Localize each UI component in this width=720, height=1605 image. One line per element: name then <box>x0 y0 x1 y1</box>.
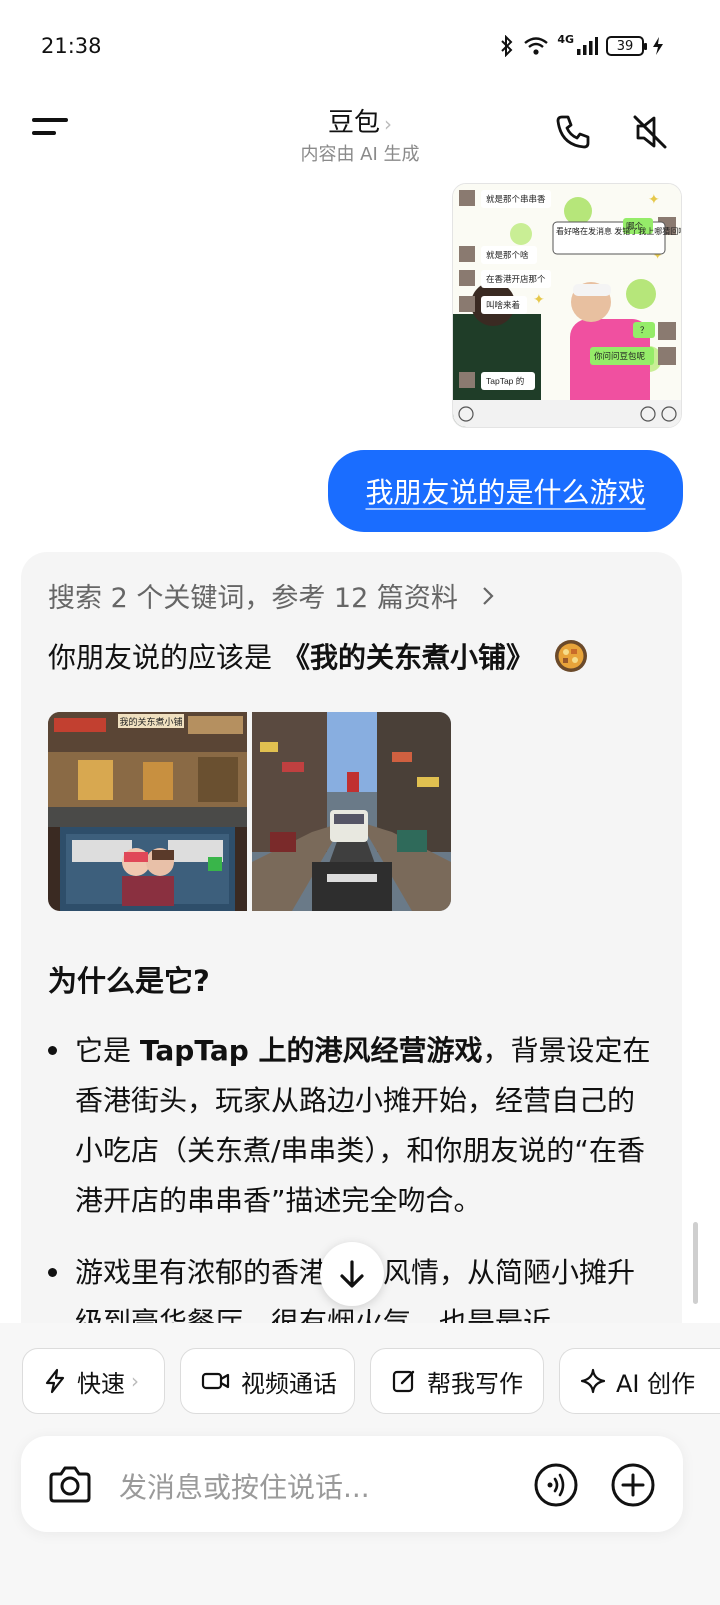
screenshot-line: 看好咯在发消息 发错了我上哪猜回啊 <box>556 226 682 236</box>
screenshot-line: TapTap 的 <box>486 376 524 386</box>
section-heading: 为什么是它? <box>48 964 210 998</box>
quick-mode-chip[interactable]: 快速 › <box>22 1348 165 1414</box>
chip-label: 视频通话 <box>241 1369 337 1398</box>
ai-create-chip[interactable]: AI 创作 <box>559 1348 720 1414</box>
chip-label: AI 创作 <box>616 1369 696 1398</box>
bullet1-bold: TapTap 上的港风经营游戏 <box>139 1034 483 1067</box>
speaker-mute-icon <box>633 115 667 149</box>
chip-label: 快速 <box>77 1369 125 1398</box>
camera-icon[interactable] <box>48 1463 92 1505</box>
game-screenshot-2[interactable] <box>252 712 451 911</box>
plus-icon[interactable] <box>610 1462 656 1508</box>
sparkle-icon <box>580 1368 606 1394</box>
chevron-right-icon: › <box>384 112 392 136</box>
wifi-icon <box>524 37 549 55</box>
network-label: 4G <box>557 32 574 46</box>
screenshot-line: ？ <box>640 325 649 335</box>
ai-reply-card: 搜索 2 个关键词，参考 12 篇资料 你朋友说的应该是 《我的关东煮小铺》 我… <box>21 552 682 1452</box>
reason-bullet-1: 它是 TapTap 上的港风经营游戏，背景设定在香港街头，玩家从路边小摊开始，经… <box>48 1026 658 1226</box>
message-input-bar[interactable]: 发消息或按住说话... <box>21 1436 683 1532</box>
edit-icon <box>392 1370 415 1393</box>
lightning-icon <box>45 1368 65 1394</box>
battery-level: 39 <box>616 38 634 54</box>
charging-icon <box>653 37 663 55</box>
ai-disclaimer: 内容由 AI 生成 <box>300 144 420 165</box>
chevron-right-icon: › <box>131 1369 139 1393</box>
status-icons: 4G 39 <box>499 33 664 59</box>
street-scene-image <box>252 712 451 911</box>
writing-assistant-chip[interactable]: 帮我写作 <box>370 1348 544 1414</box>
bot-name[interactable]: 豆包 › <box>0 102 720 139</box>
status-time: 21:38 <box>41 34 102 58</box>
screenshot-line: 哪个 <box>626 221 644 231</box>
voice-input-icon[interactable] <box>533 1462 579 1508</box>
scroll-to-bottom-button[interactable] <box>320 1242 384 1306</box>
screenshot-line: 就是那个啥 <box>486 250 529 260</box>
search-references-link[interactable]: 搜索 2 个关键词，参考 12 篇资料 <box>48 576 496 615</box>
screenshot-line: 在香港开店那个 <box>486 274 546 284</box>
oden-pot-icon <box>555 640 588 672</box>
bullet1-pre: 它是 <box>75 1034 140 1067</box>
phone-icon <box>556 115 590 149</box>
bullet-text: 它是 TapTap 上的港风经营游戏，背景设定在香港街头，玩家从路边小摊开始，经… <box>75 1026 658 1226</box>
chip-label: 帮我写作 <box>427 1369 523 1398</box>
video-camera-icon <box>201 1372 230 1390</box>
game-screenshot-1[interactable]: 我的关东煮小铺 <box>48 712 247 911</box>
video-call-chip[interactable]: 视频通话 <box>180 1348 355 1414</box>
screenshot-line: 叫啥来着 <box>486 300 520 310</box>
screenshot-line: 就是那个串串香 <box>486 194 546 204</box>
screenshot-line: 你问问豆包呢 <box>594 351 646 361</box>
signal-icon <box>577 37 598 55</box>
svg-text:✦: ✦ <box>648 192 660 208</box>
status-bar: 21:38 4G 39 <box>0 0 720 92</box>
shop-sign-text: 我的关东煮小铺 <box>119 716 182 727</box>
user-message-text: 我朋友说的是什么游戏 <box>365 476 646 509</box>
chat-screenshot-thumbnail: ✦ ✦ ✦ 就是那个串串香 看好咯在发消息 发错了我上哪猜回啊 哪个 就是那个啥… <box>453 184 682 427</box>
phone-call-button[interactable] <box>553 112 593 152</box>
game-scene-image: 我的关东煮小铺 <box>48 712 247 911</box>
chat-header: 豆包 › 内容由 AI 生成 <box>0 92 720 184</box>
answer-prefix: 你朋友说的应该是 <box>48 641 273 674</box>
bluetooth-icon <box>501 35 513 57</box>
mute-button[interactable] <box>630 112 670 152</box>
answer-line: 你朋友说的应该是 《我的关东煮小铺》 <box>48 636 588 676</box>
bullet-dot <box>48 1268 57 1277</box>
bullet-dot <box>48 1046 57 1055</box>
user-message-bubble[interactable]: 我朋友说的是什么游戏 <box>328 450 683 532</box>
svg-text:✦: ✦ <box>533 292 545 308</box>
scrollbar[interactable] <box>693 1222 698 1304</box>
search-summary: 搜索 2 个关键词，参考 12 篇资料 <box>48 583 458 614</box>
chevron-right-icon <box>483 587 495 605</box>
message-input[interactable]: 发消息或按住说话... <box>119 1466 370 1506</box>
arrow-down-icon <box>340 1260 364 1288</box>
game-name: 《我的关东煮小铺》 <box>282 641 535 674</box>
shared-screenshot-image[interactable]: ✦ ✦ ✦ 就是那个串串香 看好咯在发消息 发错了我上哪猜回啊 哪个 就是那个啥… <box>452 183 682 428</box>
battery-icon: 39 <box>606 36 647 56</box>
bot-name-label: 豆包 <box>327 108 380 138</box>
